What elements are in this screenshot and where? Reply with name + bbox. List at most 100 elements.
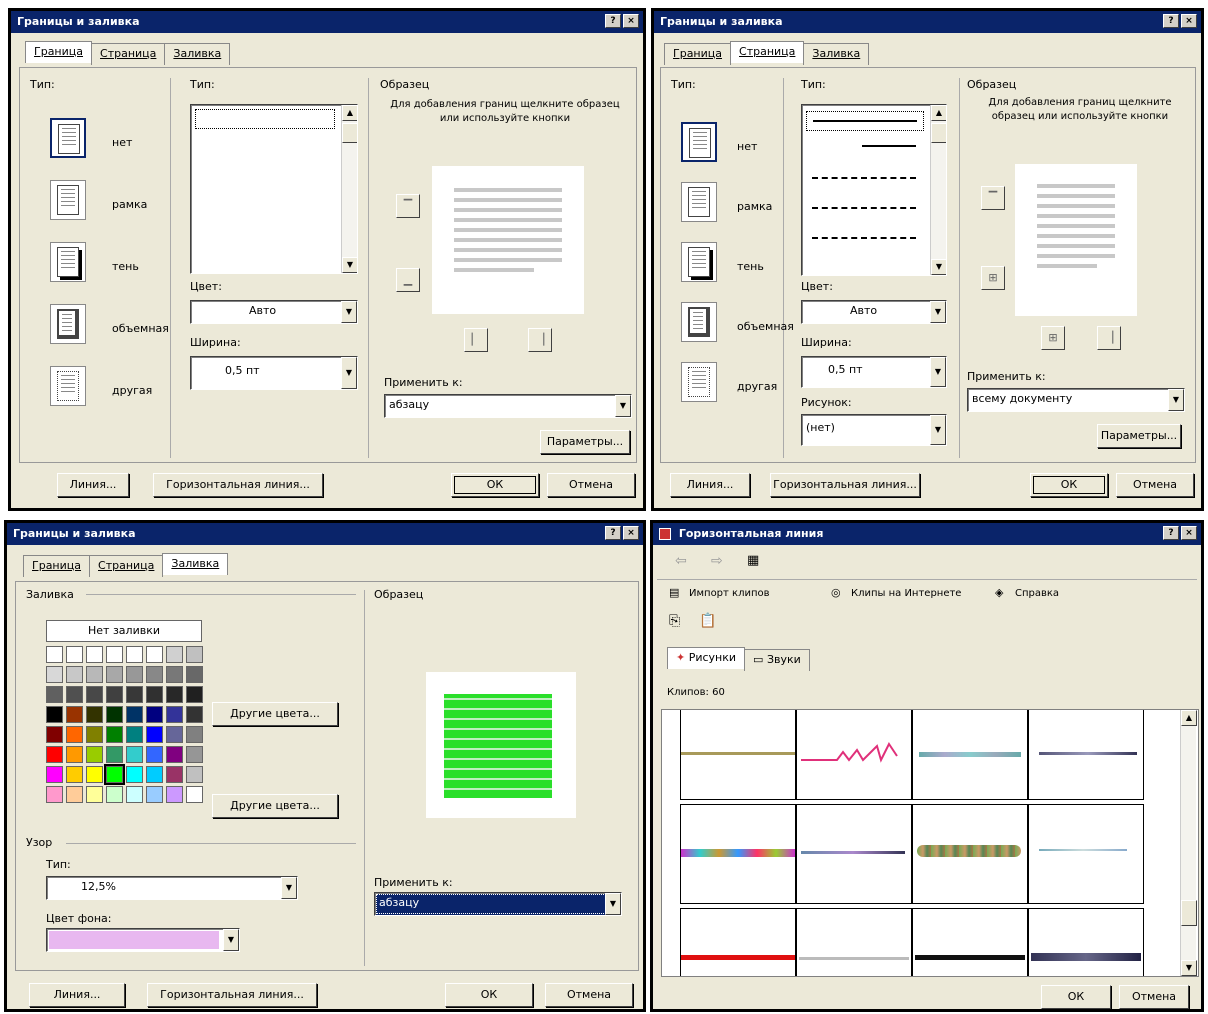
list-icon[interactable]: ▦ — [747, 553, 759, 568]
color-swatch[interactable] — [106, 726, 123, 743]
close-icon[interactable]: × — [1181, 526, 1197, 540]
color-swatch[interactable] — [126, 746, 143, 763]
back-icon[interactable]: ⇦ — [675, 553, 687, 569]
color-swatch[interactable] — [104, 764, 125, 785]
color-swatch[interactable] — [146, 686, 163, 703]
tab-border[interactable]: Граница — [23, 555, 91, 577]
ok-button[interactable]: ОК — [451, 473, 539, 497]
line-clip[interactable] — [680, 710, 796, 800]
border-top-button[interactable]: ▔ — [396, 194, 420, 218]
cancel-button[interactable]: Отмена — [1119, 985, 1189, 1009]
color-swatch[interactable] — [126, 766, 143, 783]
apply-select[interactable]: абзацу ▼ — [374, 892, 622, 916]
color-swatch[interactable] — [126, 686, 143, 703]
color-swatch[interactable] — [46, 746, 63, 763]
line-clip[interactable] — [912, 908, 1028, 976]
line-button[interactable]: Линия... — [29, 983, 125, 1007]
color-swatch[interactable] — [106, 666, 123, 683]
close-icon[interactable]: × — [623, 14, 639, 28]
type-shadow-icon[interactable] — [50, 242, 86, 282]
width-select[interactable]: 0,5 пт ▼ — [801, 356, 947, 388]
style-solid[interactable] — [806, 111, 924, 131]
color-select[interactable]: Авто ▼ — [190, 300, 358, 324]
color-swatch[interactable] — [66, 646, 83, 663]
close-icon[interactable]: × — [1181, 14, 1197, 28]
apply-select[interactable]: абзацу ▼ — [384, 394, 632, 418]
color-swatch[interactable] — [166, 746, 183, 763]
tab-border[interactable]: Граница — [664, 43, 732, 65]
ok-button[interactable]: ОК — [1041, 985, 1111, 1009]
ok-button[interactable]: ОК — [445, 983, 533, 1007]
color-swatch[interactable] — [126, 726, 143, 743]
copy-icon[interactable]: ⎘ — [669, 613, 680, 629]
tab-fill[interactable]: Заливка — [164, 43, 231, 65]
tab-page[interactable]: Страница — [91, 43, 166, 65]
type-custom-icon[interactable] — [681, 362, 717, 402]
color-swatch[interactable] — [66, 786, 83, 803]
options-button[interactable]: Параметры... — [1097, 424, 1181, 448]
color-swatch[interactable] — [86, 686, 103, 703]
color-swatch[interactable] — [66, 706, 83, 723]
color-swatch[interactable] — [186, 746, 203, 763]
color-swatch[interactable] — [86, 646, 103, 663]
color-swatch[interactable] — [86, 746, 103, 763]
tab-page[interactable]: Страница — [89, 555, 164, 577]
type-box-icon[interactable] — [681, 182, 717, 222]
color-swatch[interactable] — [86, 666, 103, 683]
horizontal-line-button[interactable]: Горизонтальная линия... — [770, 473, 920, 497]
ok-button[interactable]: ОК — [1030, 473, 1108, 497]
color-swatch[interactable] — [66, 686, 83, 703]
color-swatch[interactable] — [106, 746, 123, 763]
import-clips-button[interactable]: Импорт клипов — [689, 588, 770, 599]
color-swatch[interactable] — [46, 646, 63, 663]
color-swatch[interactable] — [106, 706, 123, 723]
color-swatch[interactable] — [126, 786, 143, 803]
tab-border[interactable]: Граница — [25, 41, 93, 63]
color-swatch[interactable] — [86, 766, 103, 783]
line-button[interactable]: Линия... — [57, 473, 129, 497]
line-clip[interactable] — [1028, 908, 1144, 976]
color-swatch[interactable] — [126, 706, 143, 723]
style-list[interactable]: ▲ ▼ — [190, 104, 358, 274]
color-swatch[interactable] — [166, 646, 183, 663]
close-icon[interactable]: × — [623, 526, 639, 540]
border-right-button[interactable]: ▕ — [528, 328, 552, 352]
color-swatch[interactable] — [186, 766, 203, 783]
color-swatch[interactable] — [146, 646, 163, 663]
line-clip[interactable] — [912, 804, 1028, 904]
forward-icon[interactable]: ⇨ — [711, 553, 723, 569]
color-swatch[interactable] — [106, 786, 123, 803]
more-colors2-button[interactable]: Другие цвета... — [212, 794, 338, 818]
line-clip[interactable] — [680, 908, 796, 976]
line-clip[interactable] — [796, 908, 912, 976]
border-left-button[interactable]: ⊞ — [1041, 326, 1065, 350]
color-swatch[interactable] — [146, 746, 163, 763]
color-swatch[interactable] — [146, 786, 163, 803]
color-swatch[interactable] — [186, 726, 203, 743]
horizontal-line-button[interactable]: Горизонтальная линия... — [153, 473, 323, 497]
line-clip[interactable] — [796, 710, 912, 800]
color-swatch[interactable] — [46, 666, 63, 683]
tab-sounds[interactable]: ▭ Звуки — [744, 649, 810, 671]
color-swatch[interactable] — [86, 726, 103, 743]
line-clip[interactable] — [912, 710, 1028, 800]
options-button[interactable]: Параметры... — [540, 430, 630, 454]
style-scrollbar[interactable]: ▲ ▼ — [930, 105, 946, 275]
preview-box[interactable] — [1015, 164, 1137, 316]
help-icon[interactable]: ? — [605, 14, 621, 28]
more-colors-button[interactable]: Другие цвета... — [212, 702, 338, 726]
clips-online-button[interactable]: Клипы на Интернете — [851, 588, 961, 599]
help-icon[interactable]: ? — [1163, 526, 1179, 540]
color-swatch[interactable] — [106, 686, 123, 703]
pattern-type-select[interactable]: 12,5% ▼ — [46, 876, 298, 900]
color-swatch[interactable] — [146, 726, 163, 743]
border-right-button[interactable]: ▕ — [1097, 326, 1121, 350]
color-swatch[interactable] — [66, 746, 83, 763]
width-select[interactable]: 0,5 пт ▼ — [190, 356, 358, 390]
type-none-icon[interactable] — [50, 118, 86, 158]
preview-box[interactable] — [432, 166, 584, 314]
tab-pictures[interactable]: ✦ Рисунки — [667, 647, 746, 669]
type-shadow-icon[interactable] — [681, 242, 717, 282]
color-swatch[interactable] — [166, 686, 183, 703]
color-swatch[interactable] — [186, 686, 203, 703]
